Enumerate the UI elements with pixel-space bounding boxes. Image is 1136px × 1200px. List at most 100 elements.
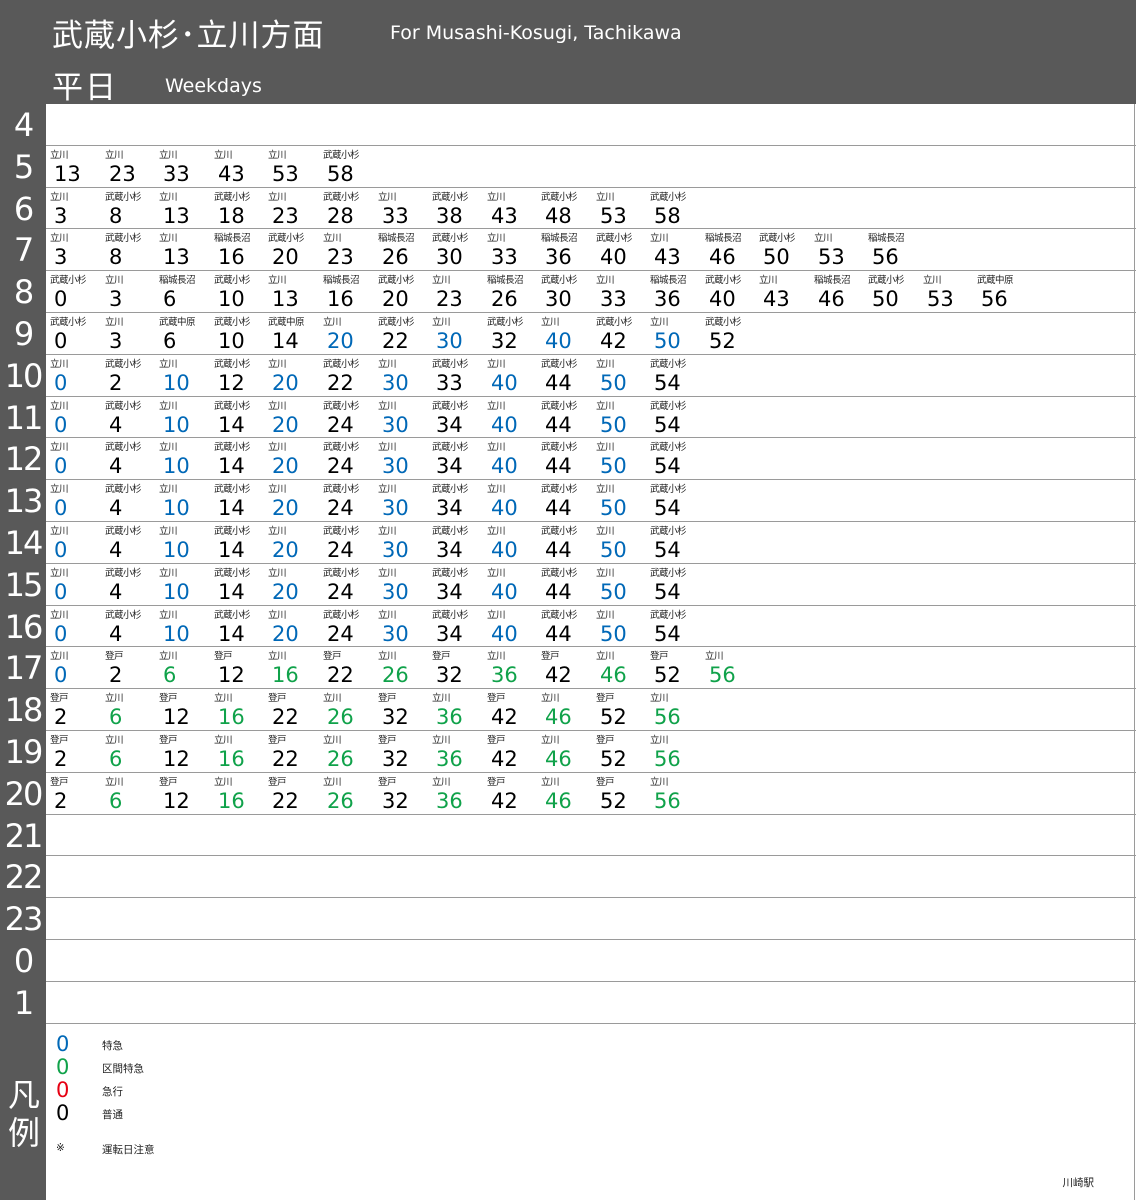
hour-label: 12 bbox=[0, 438, 46, 481]
departure-minute: 33 bbox=[163, 161, 190, 186]
hour-label: 10 bbox=[0, 354, 46, 397]
hour-label: 7 bbox=[0, 229, 46, 272]
departure: 立川 50 bbox=[594, 397, 648, 438]
departure-minute: 2 bbox=[54, 746, 68, 771]
departure-destination: 登戸 bbox=[650, 651, 669, 663]
departure-minute: 40 bbox=[491, 370, 518, 395]
departure-destination: 立川 bbox=[541, 693, 560, 705]
departure-destination: 立川 bbox=[596, 442, 615, 454]
departure: 登戸 32 bbox=[376, 689, 430, 730]
departure-minute: 23 bbox=[436, 287, 463, 312]
departure: 立川 20 bbox=[266, 480, 320, 521]
hour-row: 16 立川 0 武蔵小杉 4 立川 10 武蔵小杉 14 立川 20 武蔵小杉 24 立川 30 武蔵小杉 34… bbox=[0, 605, 1136, 648]
departure-minute: 16 bbox=[218, 746, 245, 771]
departure: 武蔵小杉 34 bbox=[430, 438, 484, 479]
departure-destination: 立川 bbox=[105, 776, 124, 788]
departure-destination: 武蔵小杉 bbox=[105, 191, 142, 203]
departure-minute: 24 bbox=[327, 496, 354, 521]
departure: 登戸 42 bbox=[485, 689, 539, 730]
departure-destination: 武蔵小杉 bbox=[432, 442, 469, 454]
departure: 武蔵小杉 4 bbox=[103, 564, 157, 605]
hour-label: 1 bbox=[0, 981, 46, 1024]
departure-destination: 武蔵小杉 bbox=[323, 149, 360, 161]
departure-minute: 33 bbox=[382, 203, 409, 228]
departure: 武蔵小杉 4 bbox=[103, 606, 157, 647]
departure-destination: 立川 bbox=[487, 233, 506, 245]
departure: 武蔵小杉 52 bbox=[703, 313, 757, 354]
departure-minute: 30 bbox=[545, 287, 572, 312]
departure-minute: 4 bbox=[109, 454, 123, 479]
departure: 武蔵小杉 14 bbox=[212, 606, 266, 647]
departure: 立川 0 bbox=[48, 564, 102, 605]
departure-minute: 32 bbox=[382, 705, 409, 730]
departure: 武蔵小杉 44 bbox=[539, 606, 593, 647]
departure-destination: 立川 bbox=[541, 316, 560, 328]
departure-minute: 6 bbox=[109, 746, 123, 771]
departure: 立川 6 bbox=[103, 731, 157, 772]
hour-label: 9 bbox=[0, 312, 46, 355]
hour-row: 22 bbox=[0, 856, 1136, 899]
departure-destination: 武蔵小杉 bbox=[214, 484, 251, 496]
departure-minute: 23 bbox=[272, 203, 299, 228]
departure: 武蔵小杉 34 bbox=[430, 564, 484, 605]
departure-minute: 4 bbox=[109, 621, 123, 646]
departure-minute: 56 bbox=[654, 705, 681, 730]
departure-minute: 43 bbox=[218, 161, 245, 186]
departure-minute: 28 bbox=[327, 203, 354, 228]
departure: 武蔵小杉 34 bbox=[430, 397, 484, 438]
departure-minute: 20 bbox=[272, 537, 299, 562]
departure-destination: 立川 bbox=[268, 275, 287, 287]
departure: 立川 10 bbox=[157, 522, 211, 563]
departure-destination: 立川 bbox=[487, 442, 506, 454]
departure: 武蔵小杉 4 bbox=[103, 522, 157, 563]
legend-title: 凡例 bbox=[7, 1076, 40, 1152]
departure-destination: 立川 bbox=[432, 693, 451, 705]
departure: 立川 46 bbox=[594, 647, 648, 688]
departure-minute: 3 bbox=[54, 245, 68, 270]
departure-destination: 立川 bbox=[268, 358, 287, 370]
departure: 登戸 2 bbox=[48, 773, 102, 814]
departure-minute: 14 bbox=[218, 621, 245, 646]
legend-note-label: 運転日注意 bbox=[102, 1144, 155, 1156]
departure: 立川 30 bbox=[376, 564, 430, 605]
departure-minute: 10 bbox=[163, 496, 190, 521]
hour-label: 21 bbox=[0, 814, 46, 857]
departure-destination: 稲城長沼 bbox=[323, 275, 360, 287]
departure-destination: 武蔵小杉 bbox=[650, 609, 687, 621]
departure: 武蔵小杉 34 bbox=[430, 606, 484, 647]
departure: 武蔵小杉 18 bbox=[212, 188, 266, 229]
departure: 立川 16 bbox=[212, 731, 266, 772]
departure-minute: 13 bbox=[54, 161, 81, 186]
departure-destination: 武蔵小杉 bbox=[650, 358, 687, 370]
departure-destination: 立川 bbox=[159, 651, 178, 663]
departure: 武蔵小杉 24 bbox=[321, 522, 375, 563]
departure-minute: 22 bbox=[327, 663, 354, 688]
departure-destination: 武蔵小杉 bbox=[432, 609, 469, 621]
departure-minute: 16 bbox=[218, 245, 245, 270]
departure: 立川 13 bbox=[48, 146, 102, 187]
departure-minute: 24 bbox=[327, 537, 354, 562]
departure-minute: 24 bbox=[327, 412, 354, 437]
departure-minute: 54 bbox=[654, 579, 681, 604]
departure-destination: 稲城長沼 bbox=[868, 233, 905, 245]
departure-minute: 6 bbox=[163, 663, 177, 688]
departure-destination: 立川 bbox=[159, 400, 178, 412]
departure-destination: 立川 bbox=[214, 693, 233, 705]
departure-destination: 立川 bbox=[432, 776, 451, 788]
departure-minute: 3 bbox=[54, 203, 68, 228]
departure-minute: 34 bbox=[436, 537, 463, 562]
departure-destination: 武蔵小杉 bbox=[323, 191, 360, 203]
departure-destination: 武蔵小杉 bbox=[432, 358, 469, 370]
departure-destination: 武蔵小杉 bbox=[214, 275, 251, 287]
departure-destination: 立川 bbox=[487, 651, 506, 663]
departure-minute: 56 bbox=[654, 788, 681, 813]
departure-destination: 登戸 bbox=[487, 776, 506, 788]
departure: 立川 43 bbox=[648, 229, 702, 270]
departure-destination: 武蔵小杉 bbox=[541, 191, 578, 203]
hour-row: 15 立川 0 武蔵小杉 4 立川 10 武蔵小杉 14 立川 20 武蔵小杉 24 立川 30 武蔵小杉 34… bbox=[0, 563, 1136, 606]
departure: 立川 30 bbox=[430, 313, 484, 354]
departure-destination: 武蔵小杉 bbox=[214, 609, 251, 621]
departure-minute: 20 bbox=[272, 579, 299, 604]
departure-minute: 16 bbox=[327, 287, 354, 312]
departure-minute: 42 bbox=[600, 328, 627, 353]
